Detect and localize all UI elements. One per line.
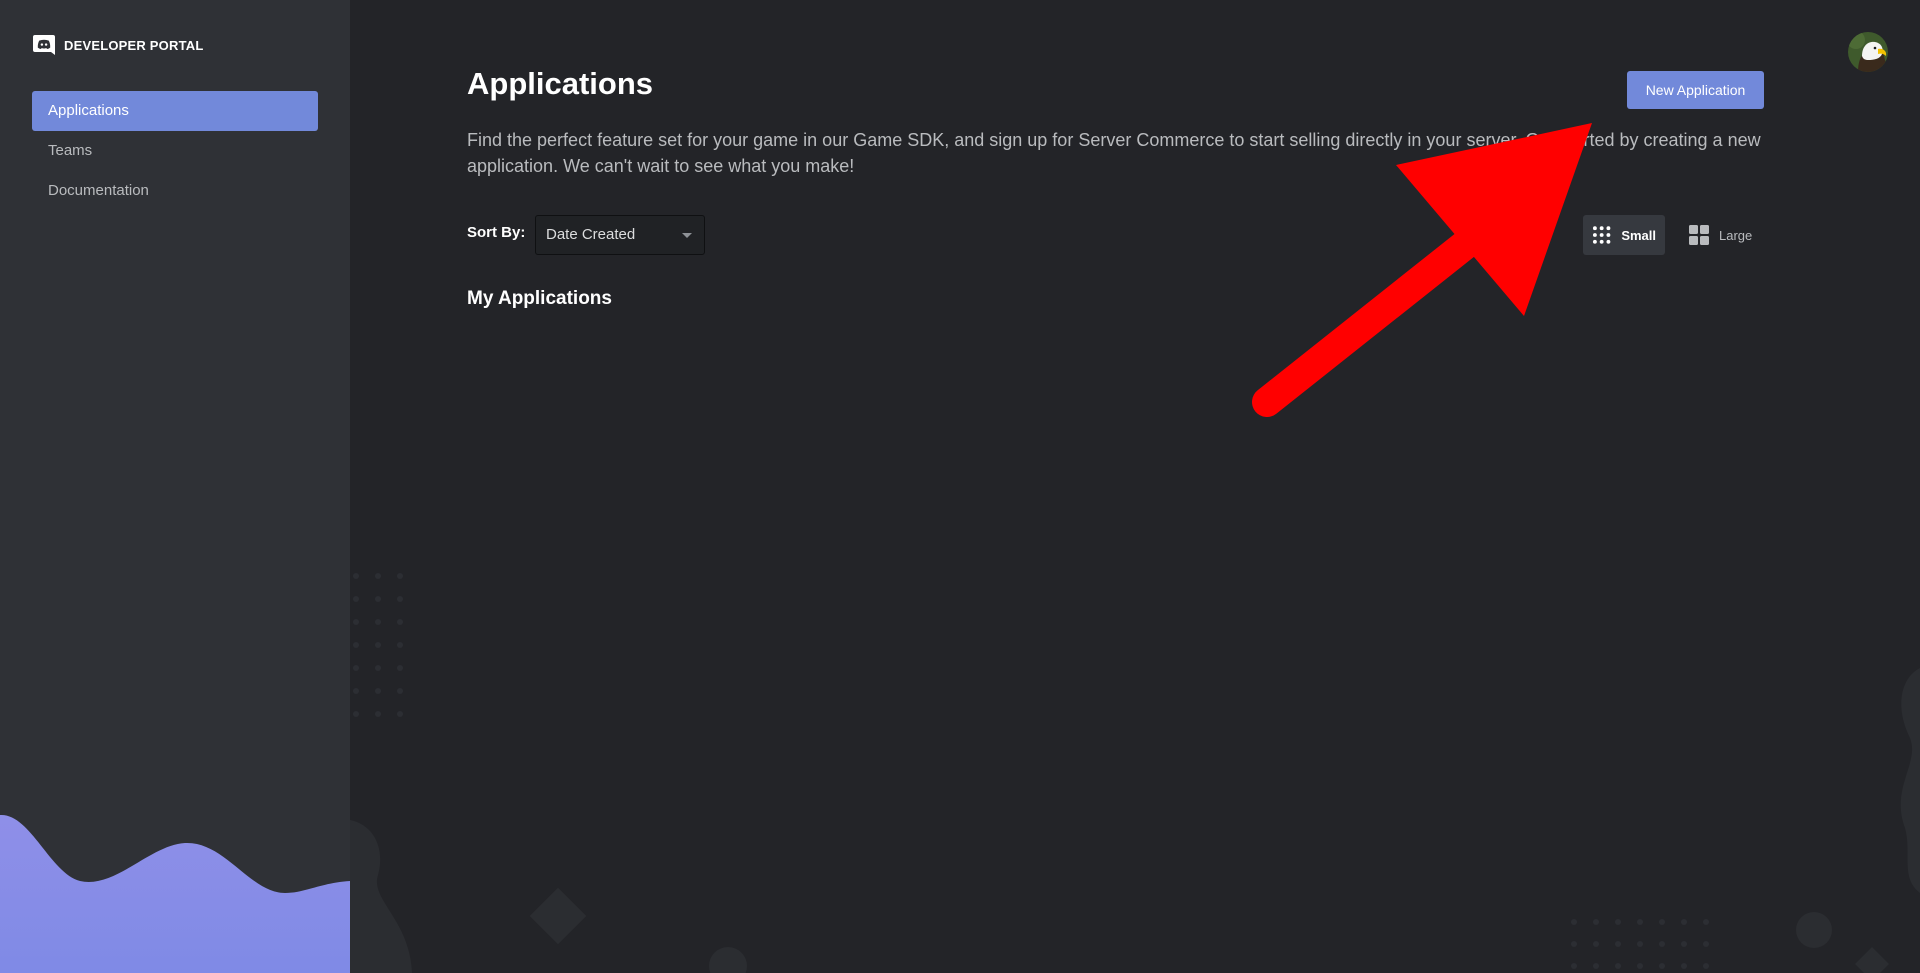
my-applications-heading: My Applications — [467, 288, 612, 309]
sort-by-selected-value: Date Created — [546, 226, 636, 243]
sidebar: DEVELOPER PORTAL Applications Teams Docu… — [0, 0, 350, 973]
sort-by-select[interactable]: Date Created — [535, 215, 705, 255]
brand[interactable]: DEVELOPER PORTAL — [32, 33, 203, 57]
view-large-label: Large — [1719, 227, 1753, 243]
sidebar-item-documentation[interactable]: Documentation — [32, 171, 318, 211]
blob-decoration-right — [1900, 668, 1920, 893]
view-small-label: Small — [1621, 227, 1656, 243]
new-application-button[interactable]: New Application — [1627, 71, 1764, 109]
user-avatar[interactable] — [1848, 32, 1888, 72]
sidebar-wave-decoration — [0, 814, 350, 973]
circle-decoration — [709, 947, 747, 973]
sidebar-item-applications[interactable]: Applications — [32, 91, 318, 131]
circle-decoration-right — [1796, 912, 1832, 948]
main-content: Applications New Application Find the pe… — [350, 0, 1920, 973]
sidebar-nav: Applications Teams Documentation — [32, 91, 318, 211]
sort-by-label: Sort By: — [467, 224, 526, 241]
view-large-button[interactable]: Large — [1680, 215, 1770, 255]
brand-title: DEVELOPER PORTAL — [64, 37, 204, 53]
large-grid-icon — [1689, 225, 1709, 245]
page-description: Find the perfect feature set for your ga… — [467, 130, 1761, 176]
diamond-decoration — [529, 887, 587, 945]
discord-logo-icon — [33, 35, 55, 55]
small-grid-icon — [1592, 226, 1611, 244]
dot-grid-decoration — [353, 573, 403, 717]
dot-grid-decoration-bottom — [1571, 919, 1709, 969]
annotation-arrow-icon — [1252, 123, 1592, 417]
blob-decoration-left — [350, 820, 412, 973]
chevron-down-icon — [682, 233, 692, 238]
view-small-button[interactable]: Small — [1583, 215, 1665, 255]
eagle-avatar-icon — [1848, 32, 1888, 72]
sidebar-item-teams[interactable]: Teams — [32, 131, 318, 171]
page-title: Applications — [467, 66, 654, 101]
diamond-decoration-right — [1855, 947, 1889, 973]
